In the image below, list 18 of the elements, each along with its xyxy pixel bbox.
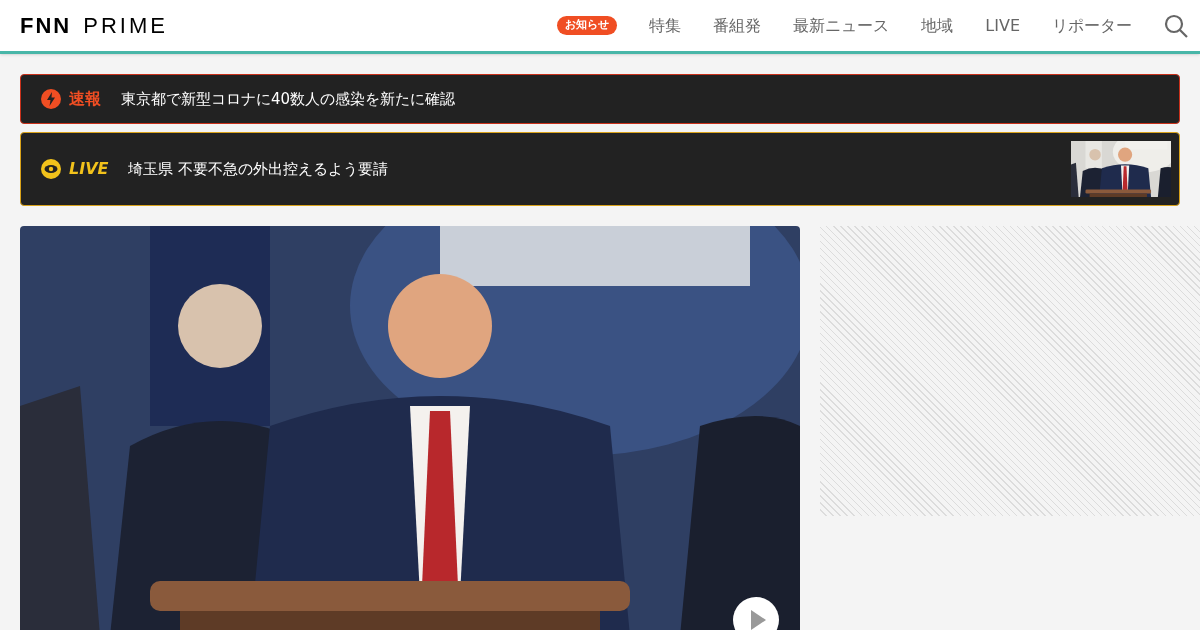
eye-icon: [41, 159, 61, 179]
lightning-icon: [41, 89, 61, 109]
nav-link[interactable]: リポーター: [1052, 13, 1132, 38]
nav-link[interactable]: LIVE: [985, 13, 1020, 38]
site-logo[interactable]: FNN PRIME: [20, 9, 168, 42]
search-icon[interactable]: [1164, 13, 1188, 38]
nav-link[interactable]: 番組発: [713, 13, 762, 38]
nav-link[interactable]: 最新ニュース: [793, 13, 890, 38]
notice-badge[interactable]: お知らせ: [557, 16, 618, 35]
alert-headline: 東京都で新型コロナに40数人の感染を新たに確認: [121, 88, 456, 110]
alert-banner[interactable]: LIVE 埼玉県 不要不急の外出控えるよう要請: [20, 132, 1180, 206]
nav-link[interactable]: 特集: [649, 13, 682, 38]
alert-banner[interactable]: 速報 東京都で新型コロナに40数人の感染を新たに確認: [20, 74, 1180, 124]
nav-link[interactable]: 地域: [921, 13, 954, 38]
alert-label: 速報: [69, 88, 101, 110]
alert-label: LIVE: [69, 158, 109, 180]
alert-headline: 埼玉県 不要不急の外出控えるよう要請: [128, 158, 389, 180]
play-button[interactable]: [732, 596, 780, 630]
